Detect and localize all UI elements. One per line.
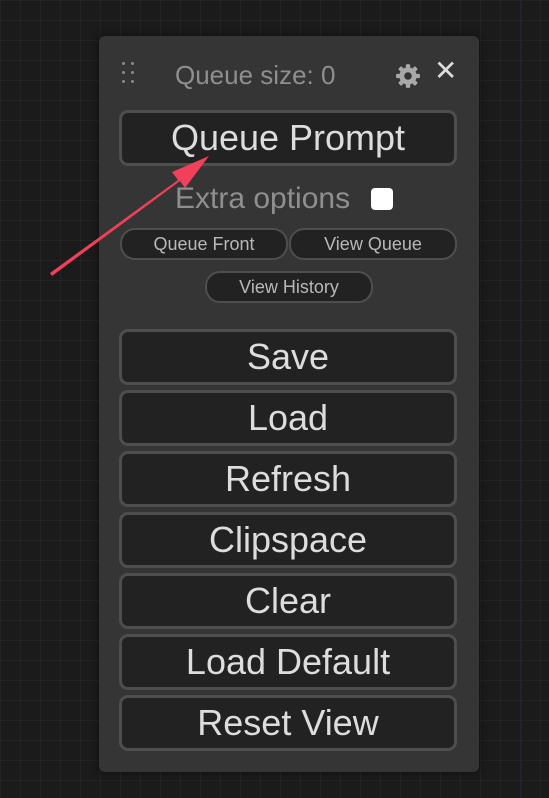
comfy-menu-panel: Queue size: 0 ✕ Queue Prompt Extra optio… — [99, 36, 479, 772]
load-button[interactable]: Load — [119, 390, 457, 446]
close-icon[interactable]: ✕ — [434, 57, 457, 85]
load-default-button[interactable]: Load Default — [119, 634, 457, 690]
clipspace-button[interactable]: Clipspace — [119, 512, 457, 568]
canvas-edge-line — [520, 0, 522, 798]
save-button[interactable]: Save — [119, 329, 457, 385]
extra-options-label: Extra options — [175, 182, 351, 215]
queue-front-button[interactable]: Queue Front — [120, 228, 288, 260]
reset-view-button[interactable]: Reset View — [119, 695, 457, 751]
gear-icon[interactable] — [395, 63, 421, 89]
queue-prompt-button[interactable]: Queue Prompt — [119, 110, 457, 166]
view-history-button[interactable]: View History — [205, 271, 373, 303]
view-queue-button[interactable]: View Queue — [289, 228, 457, 260]
queue-size-label: Queue size: 0 — [175, 60, 336, 90]
clear-button[interactable]: Clear — [119, 573, 457, 629]
drag-handle-icon[interactable] — [120, 62, 138, 88]
refresh-button[interactable]: Refresh — [119, 451, 457, 507]
extra-options-checkbox[interactable] — [371, 188, 393, 210]
